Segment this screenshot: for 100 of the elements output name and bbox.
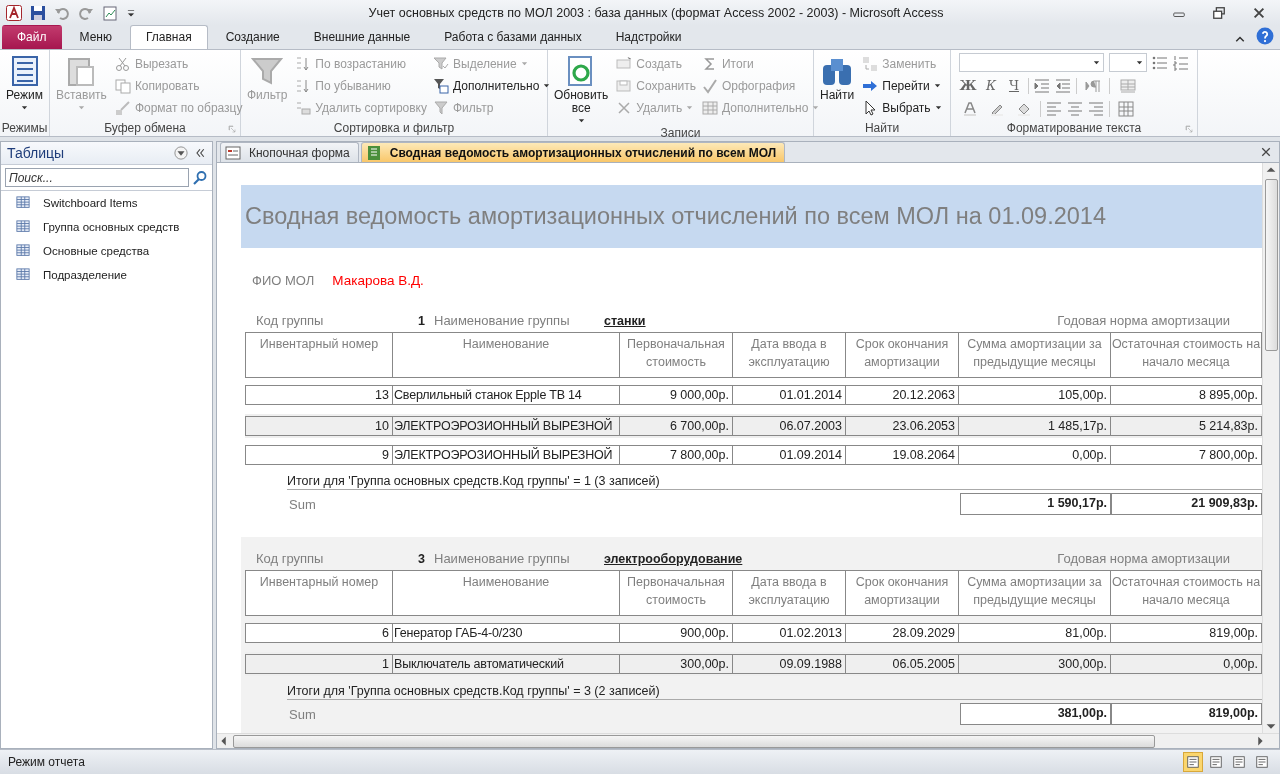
save-icon[interactable]	[30, 4, 46, 21]
column-header: Сумма амортизации за предыдущие месяцы	[958, 332, 1110, 378]
table-cell: 9	[245, 445, 392, 465]
table-cell: 9 000,00р.	[619, 385, 732, 405]
field-value: 1	[418, 314, 426, 328]
table-cell: 01.02.2013	[732, 623, 845, 643]
table-cell: 5 214,83р.	[1110, 416, 1262, 436]
file-tab[interactable]: Файл	[2, 25, 62, 49]
format-button[interactable]: Ж	[959, 78, 977, 93]
field-value: 3	[418, 552, 426, 566]
table-cell: 23.06.2053	[845, 416, 958, 436]
vertical-scrollbar[interactable]	[1262, 163, 1279, 733]
scissors-icon	[114, 55, 131, 72]
font-size-field[interactable]	[1108, 53, 1147, 72]
ribbon-button[interactable]: Режим	[4, 53, 45, 120]
ribbon-button[interactable]: Обновить все	[552, 53, 611, 126]
column-header: Инвентарный номер	[245, 332, 392, 378]
table-cell: ЭЛЕКТРОЭРОЗИОННЫЙ ВЫРЕЗНОЙ	[392, 445, 619, 465]
ribbon-button[interactable]: Перейти	[862, 76, 942, 95]
table-cell: 6	[245, 623, 392, 643]
scroll-thumb[interactable]	[233, 734, 1155, 748]
column-header: Наименование	[392, 570, 619, 616]
ribbon-button[interactable]: Дополнительно	[433, 76, 551, 95]
pane-title: Таблицы	[7, 145, 66, 161]
table-cell: 01.09.2014	[732, 445, 845, 465]
collapse-pane-icon[interactable]	[194, 147, 206, 159]
close-icon[interactable]	[1261, 147, 1271, 157]
field-label: Наименование группы	[434, 551, 571, 566]
advanced-filter-icon	[433, 77, 449, 94]
caret-icon	[1092, 59, 1100, 66]
horizontal-scrollbar[interactable]	[217, 733, 1279, 748]
group-label: Буфер обмена	[104, 121, 186, 135]
design-view-icon	[1255, 755, 1269, 769]
caret-icon	[686, 104, 694, 111]
funnel-icon	[251, 55, 284, 87]
table-cell: 1	[245, 654, 392, 674]
ribbon-tab[interactable]: Главная	[129, 25, 208, 49]
layout-view-icon	[1232, 755, 1246, 769]
ribbon-tab[interactable]: Меню	[63, 25, 128, 49]
table-item[interactable]: Основные средства	[1, 239, 212, 263]
search-icon[interactable]	[192, 169, 208, 186]
total-cell: 819,00р.	[1111, 703, 1262, 725]
restore-icon[interactable]	[1212, 5, 1226, 20]
ribbon-tab[interactable]: Надстройки	[599, 25, 698, 49]
numbered-list-icon[interactable]	[1173, 54, 1189, 71]
app-icon[interactable]	[6, 4, 22, 21]
field-value: электрооборудование	[604, 552, 744, 566]
table-cell: 0,00р.	[1110, 654, 1262, 674]
table-item[interactable]: Группа основных средств	[1, 215, 212, 239]
column-header: Дата ввода в эксплуатацию	[732, 570, 845, 616]
table-cell: 900,00р.	[619, 623, 732, 643]
table-cell: 20.12.2063	[845, 385, 958, 405]
print-preview-icon	[1209, 755, 1223, 769]
column-header: Срок окончания амортизации	[845, 332, 958, 378]
table-cell: 0,00р.	[958, 445, 1110, 465]
ribbon-button[interactable]: Выбрать	[862, 98, 942, 117]
ribbon-button[interactable]: Найти	[818, 53, 857, 120]
caret-icon	[543, 82, 551, 89]
font-field[interactable]	[959, 53, 1104, 72]
table-cell: 7 800,00р.	[1110, 445, 1262, 465]
ribbon-tab[interactable]: Работа с базами данных	[428, 25, 598, 49]
bullet-list-icon[interactable]	[1152, 54, 1168, 71]
table-cell: 819,00р.	[1110, 623, 1262, 643]
decrease-indent-icon[interactable]	[1055, 77, 1071, 94]
column-header: Дата ввода в эксплуатацию	[732, 332, 845, 378]
copy-icon	[114, 77, 131, 94]
table-cell: 6 700,00р.	[619, 416, 732, 436]
ribbon-tab[interactable]: Внешние данные	[297, 25, 427, 49]
field-value: Макарова В.Д.	[332, 273, 424, 288]
ribbon-tab[interactable]: Создание	[209, 25, 296, 49]
table-cell: 1 485,17р.	[958, 416, 1110, 436]
view-button[interactable]	[1183, 752, 1203, 772]
table-item[interactable]: Подразделение	[1, 263, 212, 287]
table-icon	[15, 220, 31, 234]
report-icon	[365, 144, 382, 161]
group-label: Форматирование текста	[1006, 121, 1142, 135]
table-item[interactable]: Switchboard Items	[1, 191, 212, 215]
close-icon[interactable]	[1252, 5, 1266, 20]
search-field[interactable]: Поиск...	[5, 168, 189, 187]
format-button[interactable]: К	[982, 78, 1000, 93]
form-icon	[225, 144, 241, 161]
format-button[interactable]: Ч	[1005, 78, 1023, 93]
report-icon[interactable]	[102, 4, 118, 21]
table-cell: 7 800,00р.	[619, 445, 732, 465]
field-label: Наименование группы	[434, 313, 571, 328]
table-cell: 09.09.1988	[732, 654, 845, 674]
table-grid-icon[interactable]	[1115, 100, 1137, 117]
document-tab[interactable]: Сводная ведомость амортизационных отчислений по всем МОЛ	[360, 142, 786, 162]
increase-indent-icon[interactable]	[1034, 77, 1050, 94]
total-cell: 1 590,17р.	[960, 493, 1111, 515]
column-header: Сумма амортизации за предыдущие месяцы	[958, 570, 1110, 616]
field-label: Код группы	[256, 551, 325, 566]
document-tab[interactable]: Кнопочная форма	[220, 142, 359, 162]
table-cell: 105,00р.	[958, 385, 1110, 405]
field-label: Sum	[288, 706, 317, 722]
scroll-thumb[interactable]	[1264, 179, 1278, 351]
status-text: Режим отчета	[8, 755, 85, 769]
dropdown-circle-icon[interactable]	[174, 146, 188, 160]
help-icon[interactable]	[1256, 27, 1274, 45]
column-header: Остаточная стоимость на начало месяца	[1110, 570, 1262, 616]
